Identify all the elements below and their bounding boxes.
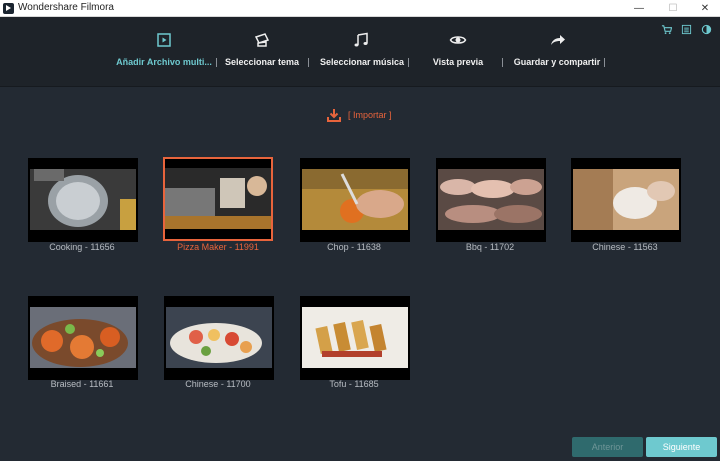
step-select-theme[interactable]: Seleccionar tema: [224, 31, 300, 75]
step-divider: [308, 58, 309, 67]
wizard-header: Añadir Archivo multi... Seleccionar tema…: [0, 17, 720, 87]
thumbnail-image: [165, 168, 271, 229]
app-body: Añadir Archivo multi... Seleccionar tema…: [0, 17, 720, 461]
top-icons: [661, 24, 712, 35]
media-tile-bbq[interactable]: [436, 158, 546, 242]
media-label: Chop - 11638: [327, 242, 381, 252]
window-title: Wondershare Filmora: [18, 2, 114, 13]
step-save-share[interactable]: Guardar y compartir: [513, 31, 601, 75]
media-tile-pizza-maker[interactable]: [163, 157, 273, 241]
filmora-logo-icon: [3, 3, 14, 14]
download-icon: [327, 109, 341, 122]
step-label: Guardar y compartir: [513, 57, 601, 67]
media-tile-tofu[interactable]: [300, 296, 410, 380]
media-tile-chop[interactable]: [300, 158, 410, 242]
media-label: Tofu - 11685: [329, 379, 379, 389]
step-label: Añadir Archivo multi...: [116, 57, 212, 67]
menu-icon[interactable]: [681, 24, 692, 35]
step-label: Seleccionar música: [320, 57, 405, 67]
media-label: Chinese - 11700: [185, 379, 251, 389]
step-divider: [408, 58, 409, 67]
media-tile-chinese-2[interactable]: [164, 296, 274, 380]
thumbnail-image: [573, 169, 679, 230]
step-divider: [216, 58, 217, 67]
import-button[interactable]: [ Importar ]: [326, 107, 392, 123]
media-label: Cooking - 11656: [49, 242, 115, 252]
media-label: Chinese - 11563: [592, 242, 658, 252]
media-tile-braised[interactable]: [28, 296, 138, 380]
media-tile-cooking[interactable]: [28, 158, 138, 242]
close-button[interactable]: ✕: [690, 0, 720, 17]
thumbnail-image: [302, 307, 408, 368]
step-divider: [604, 58, 605, 67]
next-button[interactable]: Siguiente: [646, 437, 717, 457]
eye-icon: [449, 36, 467, 44]
share-arrow-icon: [551, 35, 565, 45]
title-bar: Wondershare Filmora — ☐ ✕: [0, 0, 720, 17]
media-label: Braised - 11661: [50, 379, 114, 389]
thumbnail-image: [302, 169, 408, 230]
theme-icon[interactable]: [701, 24, 712, 35]
thumbnail-image: [30, 169, 136, 230]
thumbnail-image: [30, 307, 136, 368]
thumbnail-image: [438, 169, 544, 230]
step-label: Vista previa: [432, 57, 484, 67]
music-note-icon: [354, 32, 368, 47]
media-label-selected: Pizza Maker - 11991: [177, 242, 259, 252]
import-label: [ Importar ]: [348, 110, 392, 120]
media-label: Bbq - 11702: [465, 242, 515, 252]
step-add-media[interactable]: Añadir Archivo multi...: [115, 31, 213, 75]
maximize-button[interactable]: ☐: [658, 0, 688, 17]
step-preview[interactable]: Vista previa: [430, 31, 486, 75]
thumbnail-image: [166, 307, 272, 368]
step-select-music[interactable]: Seleccionar música: [320, 31, 405, 75]
cart-icon[interactable]: [661, 24, 672, 35]
media-icon: [157, 33, 171, 47]
step-divider: [502, 58, 503, 67]
theme-card-icon: [254, 33, 270, 47]
media-tile-chinese-1[interactable]: [571, 158, 681, 242]
step-label: Seleccionar tema: [224, 57, 300, 67]
minimize-button[interactable]: —: [624, 0, 654, 17]
previous-button[interactable]: Anterior: [572, 437, 643, 457]
